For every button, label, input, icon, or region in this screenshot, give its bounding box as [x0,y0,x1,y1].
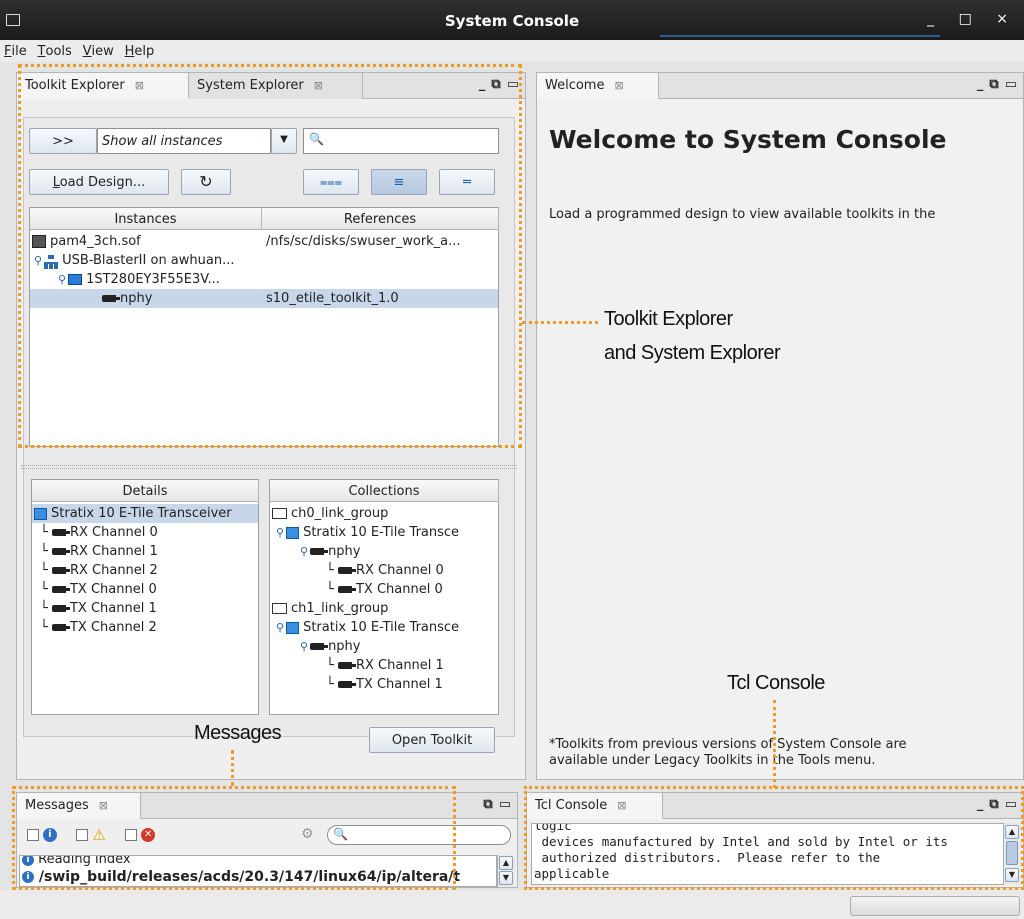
minimize-button[interactable]: _ [927,11,944,27]
tree-row[interactable]: └ RX Channel 1 [32,542,258,561]
expand-node-icon[interactable]: ⚲ [276,526,284,539]
window-title: System Console [444,12,580,30]
tcl-console-callout: Tcl Console [727,672,825,694]
link-icon [310,548,329,555]
menu-file[interactable]: File [0,40,30,59]
title-bar: System Console _ □ × [0,0,1024,40]
menu-tools[interactable]: Tools [34,40,75,59]
menu-help[interactable]: Help [121,40,158,59]
tree-row[interactable]: ⚲ nphy [270,542,498,561]
collections-tree[interactable]: Collections ch0_link_group ⚲ Stratix 10 E… [269,479,499,715]
title-accent [660,35,940,37]
maximize-view-icon[interactable]: ▭ [1005,77,1017,92]
tree-row[interactable]: └ TX Channel 0 [270,580,498,599]
toolkit-callout-line [522,321,598,324]
close-button[interactable]: × [996,11,1018,27]
scroll-up-icon[interactable]: ▲ [499,856,513,870]
tcl-callout-line [773,700,776,788]
open-toolkit-button[interactable]: Open Toolkit [369,727,495,753]
welcome-body: Load a programmed design to view availab… [549,207,936,222]
details-tree[interactable]: Details Stratix 10 E-Tile Transceiver └ … [31,479,259,715]
expand-node-icon[interactable]: ⚲ [300,640,308,653]
maximize-view-icon[interactable]: ▭ [499,797,511,812]
legacy-note-line-1: *Toolkits from previous versions of Syst… [549,737,907,752]
expand-node-icon[interactable]: ⚲ [276,621,284,634]
tcl-console-highlight [524,786,1024,890]
messages-scrollbar[interactable]: ▲ ▼ [497,855,515,887]
detach-view-icon[interactable]: ⧉ [483,797,492,812]
maximize-button[interactable]: □ [959,11,982,27]
minimize-view-icon[interactable]: _ [977,77,984,92]
link-icon [51,605,70,612]
link-icon [337,586,356,593]
link-icon [337,662,356,669]
scroll-down-icon[interactable]: ▼ [499,871,513,885]
tree-row[interactable]: └ RX Channel 0 [32,523,258,542]
link-icon [337,681,356,688]
transceiver-icon [34,507,47,520]
transceiver-icon [286,526,300,539]
welcome-heading: Welcome to System Console [549,125,947,154]
tree-row[interactable]: └ TX Channel 1 [270,675,498,694]
messages-highlight [12,786,456,890]
link-icon [51,548,70,555]
tree-row[interactable]: └ RX Channel 0 [270,561,498,580]
expand-node-icon[interactable]: ⚲ [300,545,308,558]
link-icon [337,567,356,574]
splitter[interactable] [21,465,517,469]
progress-indicator [850,896,1020,916]
tree-row[interactable]: └ RX Channel 2 [32,561,258,580]
menu-view[interactable]: View [79,40,117,59]
menu-bar: File Tools View Help [0,40,1024,62]
tree-row[interactable]: ch0_link_group [270,504,498,523]
tree-row[interactable]: ch1_link_group [270,599,498,618]
messages-callout: Messages [194,722,282,744]
tree-row[interactable]: ⚲ Stratix 10 E-Tile Transce [270,618,498,637]
close-tab-icon[interactable]: ⊠ [614,79,623,92]
transceiver-icon [286,621,300,634]
tree-row[interactable]: ⚲ Stratix 10 E-Tile Transce [270,523,498,542]
folder-icon [272,508,287,519]
link-icon [51,529,70,536]
tree-row[interactable]: └ TX Channel 0 [32,580,258,599]
link-icon [310,643,329,650]
column-collections[interactable]: Collections [270,480,499,502]
folder-icon [272,603,287,614]
tree-row[interactable]: ⚲ nphy [270,637,498,656]
tree-row[interactable]: └ RX Channel 1 [270,656,498,675]
system-explorer-callout: and System Explorer [604,342,781,364]
toolkit-explorer-callout: Toolkit Explorer [604,308,733,330]
detach-view-icon[interactable]: ⧉ [989,77,998,92]
tree-row-selected[interactable]: Stratix 10 E-Tile Transceiver [32,504,258,523]
messages-callout-line [231,750,234,786]
tab-welcome[interactable]: Welcome ⊠ [537,73,659,99]
tree-row[interactable]: └ TX Channel 2 [32,618,258,637]
link-icon [51,624,70,631]
column-details[interactable]: Details [32,480,259,502]
toolkit-explorer-highlight [18,64,522,448]
tree-row[interactable]: └ TX Channel 1 [32,599,258,618]
legacy-note-line-2: available under Legacy Toolkits in the T… [549,753,876,768]
link-icon [51,567,70,574]
link-icon [51,586,70,593]
